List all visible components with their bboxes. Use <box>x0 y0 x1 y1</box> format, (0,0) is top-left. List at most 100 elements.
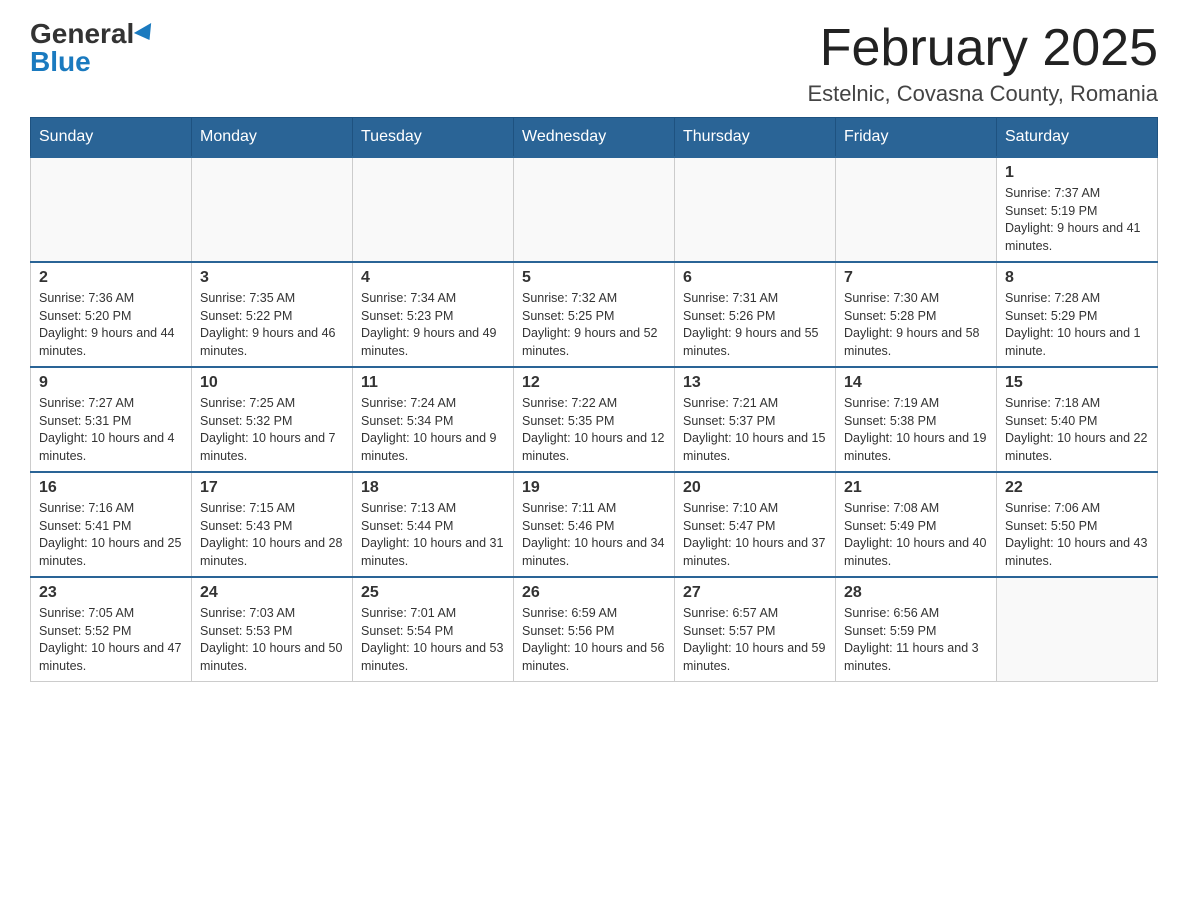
logo-blue-text: Blue <box>30 48 91 76</box>
calendar-cell: 7 Sunrise: 7:30 AM Sunset: 5:28 PM Daylig… <box>836 262 997 367</box>
month-title: February 2025 <box>807 20 1158 77</box>
page-header: General Blue February 2025 Estelnic, Cov… <box>30 20 1158 107</box>
day-number: 4 <box>361 269 505 287</box>
calendar-cell: 4 Sunrise: 7:34 AM Sunset: 5:23 PM Daylig… <box>353 262 514 367</box>
calendar-cell: 6 Sunrise: 7:31 AM Sunset: 5:26 PM Daylig… <box>675 262 836 367</box>
calendar-cell: 13Sunrise: 7:21 AM Sunset: 5:37 PM Dayli… <box>675 367 836 472</box>
day-number: 25 <box>361 584 505 602</box>
day-number: 14 <box>844 374 988 392</box>
calendar-cell <box>997 577 1158 682</box>
logo-arrow-icon <box>134 23 158 45</box>
weekday-header-sunday: Sunday <box>31 118 192 158</box>
day-number: 5 <box>522 269 666 287</box>
calendar-cell: 10Sunrise: 7:25 AM Sunset: 5:32 PM Dayli… <box>192 367 353 472</box>
day-info: Sunrise: 7:05 AM Sunset: 5:52 PM Dayligh… <box>39 606 181 673</box>
calendar-cell: 24Sunrise: 7:03 AM Sunset: 5:53 PM Dayli… <box>192 577 353 682</box>
day-info: Sunrise: 7:19 AM Sunset: 5:38 PM Dayligh… <box>844 396 986 463</box>
day-number: 12 <box>522 374 666 392</box>
day-number: 1 <box>1005 164 1149 182</box>
day-number: 20 <box>683 479 827 497</box>
calendar-cell: 23 Sunrise: 7:05 AM Sunset: 5:52 PM Dayli… <box>31 577 192 682</box>
day-number: 11 <box>361 374 505 392</box>
calendar-cell: 28 Sunrise: 6:56 AM Sunset: 5:59 PM Dayli… <box>836 577 997 682</box>
day-number: 23 <box>39 584 183 602</box>
day-info: Sunrise: 7:32 AM Sunset: 5:25 PM Dayligh… <box>522 291 658 358</box>
calendar-table: SundayMondayTuesdayWednesdayThursdayFrid… <box>30 117 1158 682</box>
day-info: Sunrise: 7:16 AM Sunset: 5:41 PM Dayligh… <box>39 501 181 568</box>
calendar-cell: 18 Sunrise: 7:13 AM Sunset: 5:44 PM Dayli… <box>353 472 514 577</box>
calendar-cell: 22 Sunrise: 7:06 AM Sunset: 5:50 PM Dayli… <box>997 472 1158 577</box>
calendar-cell: 8 Sunrise: 7:28 AM Sunset: 5:29 PM Daylig… <box>997 262 1158 367</box>
day-info: Sunrise: 7:06 AM Sunset: 5:50 PM Dayligh… <box>1005 501 1147 568</box>
calendar-cell: 9Sunrise: 7:27 AM Sunset: 5:31 PM Daylig… <box>31 367 192 472</box>
day-number: 16 <box>39 479 183 497</box>
calendar-cell: 26Sunrise: 6:59 AM Sunset: 5:56 PM Dayli… <box>514 577 675 682</box>
logo: General Blue <box>30 20 156 76</box>
weekday-header-thursday: Thursday <box>675 118 836 158</box>
day-number: 28 <box>844 584 988 602</box>
title-section: February 2025 Estelnic, Covasna County, … <box>807 20 1158 107</box>
day-info: Sunrise: 7:24 AM Sunset: 5:34 PM Dayligh… <box>361 396 497 463</box>
day-info: Sunrise: 7:30 AM Sunset: 5:28 PM Dayligh… <box>844 291 980 358</box>
day-number: 9 <box>39 374 183 392</box>
calendar-cell: 15 Sunrise: 7:18 AM Sunset: 5:40 PM Dayli… <box>997 367 1158 472</box>
calendar-week-row: 2Sunrise: 7:36 AM Sunset: 5:20 PM Daylig… <box>31 262 1158 367</box>
day-number: 3 <box>200 269 344 287</box>
weekday-header-saturday: Saturday <box>997 118 1158 158</box>
calendar-cell <box>675 157 836 262</box>
calendar-cell: 5 Sunrise: 7:32 AM Sunset: 5:25 PM Daylig… <box>514 262 675 367</box>
calendar-header-row: SundayMondayTuesdayWednesdayThursdayFrid… <box>31 118 1158 158</box>
day-info: Sunrise: 7:10 AM Sunset: 5:47 PM Dayligh… <box>683 501 825 568</box>
calendar-week-row: 1Sunrise: 7:37 AM Sunset: 5:19 PM Daylig… <box>31 157 1158 262</box>
calendar-cell: 2Sunrise: 7:36 AM Sunset: 5:20 PM Daylig… <box>31 262 192 367</box>
day-number: 8 <box>1005 269 1149 287</box>
calendar-cell <box>514 157 675 262</box>
calendar-cell <box>31 157 192 262</box>
day-number: 7 <box>844 269 988 287</box>
day-info: Sunrise: 7:08 AM Sunset: 5:49 PM Dayligh… <box>844 501 986 568</box>
weekday-header-tuesday: Tuesday <box>353 118 514 158</box>
day-info: Sunrise: 7:13 AM Sunset: 5:44 PM Dayligh… <box>361 501 503 568</box>
calendar-cell: 14 Sunrise: 7:19 AM Sunset: 5:38 PM Dayli… <box>836 367 997 472</box>
calendar-week-row: 23 Sunrise: 7:05 AM Sunset: 5:52 PM Dayli… <box>31 577 1158 682</box>
day-info: Sunrise: 7:36 AM Sunset: 5:20 PM Dayligh… <box>39 291 175 358</box>
day-number: 10 <box>200 374 344 392</box>
weekday-header-friday: Friday <box>836 118 997 158</box>
day-number: 24 <box>200 584 344 602</box>
calendar-cell: 12Sunrise: 7:22 AM Sunset: 5:35 PM Dayli… <box>514 367 675 472</box>
day-info: Sunrise: 6:57 AM Sunset: 5:57 PM Dayligh… <box>683 606 825 673</box>
calendar-cell: 19Sunrise: 7:11 AM Sunset: 5:46 PM Dayli… <box>514 472 675 577</box>
calendar-cell: 11 Sunrise: 7:24 AM Sunset: 5:34 PM Dayli… <box>353 367 514 472</box>
calendar-cell: 1Sunrise: 7:37 AM Sunset: 5:19 PM Daylig… <box>997 157 1158 262</box>
calendar-cell: 16 Sunrise: 7:16 AM Sunset: 5:41 PM Dayli… <box>31 472 192 577</box>
day-info: Sunrise: 7:35 AM Sunset: 5:22 PM Dayligh… <box>200 291 336 358</box>
calendar-cell: 25Sunrise: 7:01 AM Sunset: 5:54 PM Dayli… <box>353 577 514 682</box>
calendar-cell: 27 Sunrise: 6:57 AM Sunset: 5:57 PM Dayli… <box>675 577 836 682</box>
weekday-header-wednesday: Wednesday <box>514 118 675 158</box>
day-number: 13 <box>683 374 827 392</box>
calendar-week-row: 9Sunrise: 7:27 AM Sunset: 5:31 PM Daylig… <box>31 367 1158 472</box>
logo-general-text: General <box>30 20 134 48</box>
day-info: Sunrise: 7:34 AM Sunset: 5:23 PM Dayligh… <box>361 291 497 358</box>
calendar-cell: 17 Sunrise: 7:15 AM Sunset: 5:43 PM Dayli… <box>192 472 353 577</box>
day-info: Sunrise: 7:15 AM Sunset: 5:43 PM Dayligh… <box>200 501 342 568</box>
calendar-cell <box>353 157 514 262</box>
day-number: 18 <box>361 479 505 497</box>
calendar-week-row: 16 Sunrise: 7:16 AM Sunset: 5:41 PM Dayli… <box>31 472 1158 577</box>
calendar-cell <box>192 157 353 262</box>
day-info: Sunrise: 6:56 AM Sunset: 5:59 PM Dayligh… <box>844 606 979 673</box>
calendar-cell: 20 Sunrise: 7:10 AM Sunset: 5:47 PM Dayli… <box>675 472 836 577</box>
day-info: Sunrise: 7:28 AM Sunset: 5:29 PM Dayligh… <box>1005 291 1141 358</box>
day-info: Sunrise: 7:31 AM Sunset: 5:26 PM Dayligh… <box>683 291 819 358</box>
calendar-cell <box>836 157 997 262</box>
day-info: Sunrise: 7:18 AM Sunset: 5:40 PM Dayligh… <box>1005 396 1147 463</box>
day-number: 21 <box>844 479 988 497</box>
day-number: 15 <box>1005 374 1149 392</box>
calendar-cell: 3 Sunrise: 7:35 AM Sunset: 5:22 PM Daylig… <box>192 262 353 367</box>
day-number: 6 <box>683 269 827 287</box>
day-number: 22 <box>1005 479 1149 497</box>
day-number: 17 <box>200 479 344 497</box>
day-number: 27 <box>683 584 827 602</box>
day-info: Sunrise: 7:11 AM Sunset: 5:46 PM Dayligh… <box>522 501 664 568</box>
calendar-cell: 21 Sunrise: 7:08 AM Sunset: 5:49 PM Dayli… <box>836 472 997 577</box>
